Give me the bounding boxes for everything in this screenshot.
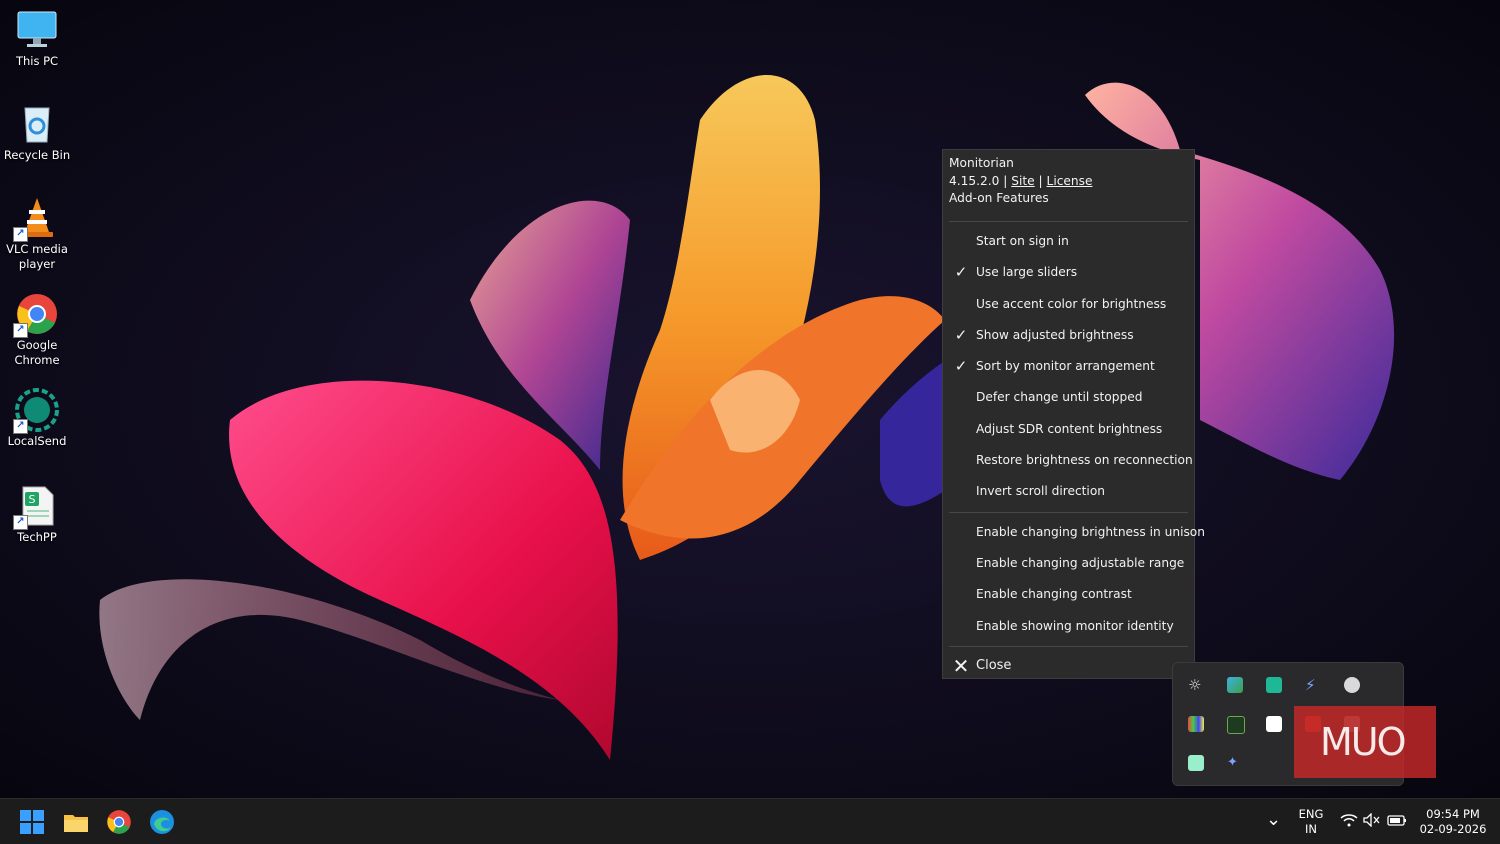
- menu-item-brightness-unison[interactable]: Enable changing brightness in unison: [943, 517, 1205, 548]
- spreadsheet-file-icon: S ↗: [13, 484, 59, 530]
- recycle-bin-icon: [15, 102, 59, 146]
- edge-icon: [150, 810, 174, 834]
- folder-icon: [64, 815, 88, 832]
- watermark-logo: MUO: [1294, 706, 1436, 778]
- link-separator: |: [1038, 173, 1043, 188]
- brightness-sun-icon[interactable]: ☼: [1188, 677, 1204, 693]
- desktop-icon-localsend[interactable]: ↗ LocalSend: [0, 388, 74, 449]
- check-icon: ✓: [954, 263, 968, 282]
- taskbar: ⌄ ENG IN 09:54 PM 02-09-2026: [0, 798, 1500, 844]
- menu-item-close[interactable]: ✕ Close: [943, 647, 1194, 685]
- app-name: Monitorian: [949, 156, 1014, 170]
- monitor-icon: [15, 8, 59, 52]
- menu-item-restore-brightness[interactable]: Restore brightness on reconnection: [943, 445, 1194, 476]
- app-tray-icon[interactable]: ✦: [1227, 755, 1243, 771]
- clock-date: 02-09-2026: [1419, 822, 1487, 836]
- vlc-cone-icon: ↗: [13, 196, 59, 242]
- desktop-icon-label: VLC media player: [6, 242, 68, 271]
- shortcut-arrow-icon: ↗: [13, 227, 28, 242]
- menu-item-invert-scroll[interactable]: Invert scroll direction: [943, 476, 1194, 507]
- chrome-icon: ↗: [13, 292, 59, 338]
- cup-icon[interactable]: [1344, 677, 1360, 693]
- addon-features-link[interactable]: Add-on Features: [949, 190, 1188, 208]
- menu-item-adjustable-range[interactable]: Enable changing adjustable range: [943, 548, 1194, 579]
- wifi-icon[interactable]: [1340, 813, 1358, 831]
- menu-item-start-on-sign-in[interactable]: Start on sign in: [943, 226, 1194, 257]
- menu-item-defer-change[interactable]: Defer change until stopped: [943, 382, 1194, 413]
- edge-taskbar-button[interactable]: [149, 809, 175, 835]
- windows-logo-icon: [20, 810, 44, 834]
- menu-item-sort-by-monitor-arrangement[interactable]: ✓ Sort by monitor arrangement: [943, 351, 1194, 382]
- svg-text:S: S: [29, 493, 36, 506]
- chrome-icon: [107, 810, 131, 834]
- check-icon: ✓: [954, 325, 968, 344]
- nvidia-icon[interactable]: [1227, 716, 1245, 734]
- app-tray-icon[interactable]: [1188, 755, 1204, 771]
- input-language[interactable]: ENG IN: [1294, 807, 1328, 837]
- monitorian-context-menu: Monitorian 4.15.2.0 | Site | License Add…: [942, 149, 1205, 679]
- shortcut-arrow-icon: ↗: [13, 419, 28, 434]
- desktop-icon-this-pc[interactable]: This PC: [0, 8, 74, 69]
- chrome-taskbar-button[interactable]: [106, 809, 132, 835]
- app-tray-icon[interactable]: [1266, 677, 1282, 693]
- desktop-icon-label: LocalSend: [7, 434, 67, 448]
- license-link[interactable]: License: [1047, 174, 1093, 188]
- app-version: 4.15.2.0: [949, 173, 1000, 188]
- menu-item-show-adjusted-brightness[interactable]: ✓ Show adjusted brightness: [943, 320, 1194, 351]
- app-tray-icon[interactable]: [1227, 677, 1243, 693]
- menu-item-monitor-identity[interactable]: Enable showing monitor identity: [943, 611, 1194, 642]
- desktop-icon-vlc[interactable]: ↗ VLC media player: [0, 196, 74, 272]
- shortcut-arrow-icon: ↗: [13, 323, 28, 338]
- clock[interactable]: 09:54 PM 02-09-2026: [1416, 807, 1490, 837]
- file-explorer-button[interactable]: [63, 809, 89, 835]
- desktop-icon-chrome[interactable]: ↗ Google Chrome: [0, 292, 74, 368]
- menu-header: Monitorian 4.15.2.0 | Site | License Add…: [943, 150, 1194, 215]
- desktop-icon-label: Recycle Bin: [3, 148, 71, 162]
- desktop-icon-recycle-bin[interactable]: Recycle Bin: [0, 102, 74, 163]
- localsend-icon: ↗: [13, 388, 59, 434]
- start-button[interactable]: [19, 809, 45, 835]
- battery-icon[interactable]: [1387, 813, 1407, 831]
- clock-time: 09:54 PM: [1426, 807, 1480, 821]
- desktop-icon-label: Google Chrome: [14, 338, 60, 367]
- close-icon: ✕: [952, 653, 970, 678]
- shortcut-arrow-icon: ↗: [13, 515, 28, 530]
- volume-muted-icon[interactable]: [1363, 812, 1381, 831]
- desktop-icon-techpp[interactable]: S ↗ TechPP: [0, 484, 74, 545]
- chevron-up-icon[interactable]: ⌄: [1266, 809, 1281, 830]
- desktop-icon-label: TechPP: [17, 530, 57, 544]
- app-tray-icon[interactable]: [1188, 716, 1204, 732]
- app-tray-icon[interactable]: [1266, 716, 1282, 732]
- check-icon: ✓: [954, 357, 968, 376]
- menu-item-changing-contrast[interactable]: Enable changing contrast: [943, 579, 1194, 610]
- site-link[interactable]: Site: [1011, 174, 1034, 188]
- menu-item-use-large-sliders[interactable]: ✓ Use large sliders: [943, 257, 1194, 288]
- lightning-icon[interactable]: ⚡: [1305, 677, 1321, 693]
- menu-item-use-accent-color[interactable]: Use accent color for brightness: [943, 289, 1194, 320]
- desktop-icon-label: This PC: [15, 54, 59, 68]
- version-separator: |: [1003, 173, 1008, 188]
- menu-separator: [949, 511, 1188, 513]
- menu-item-adjust-sdr[interactable]: Adjust SDR content brightness: [943, 414, 1194, 445]
